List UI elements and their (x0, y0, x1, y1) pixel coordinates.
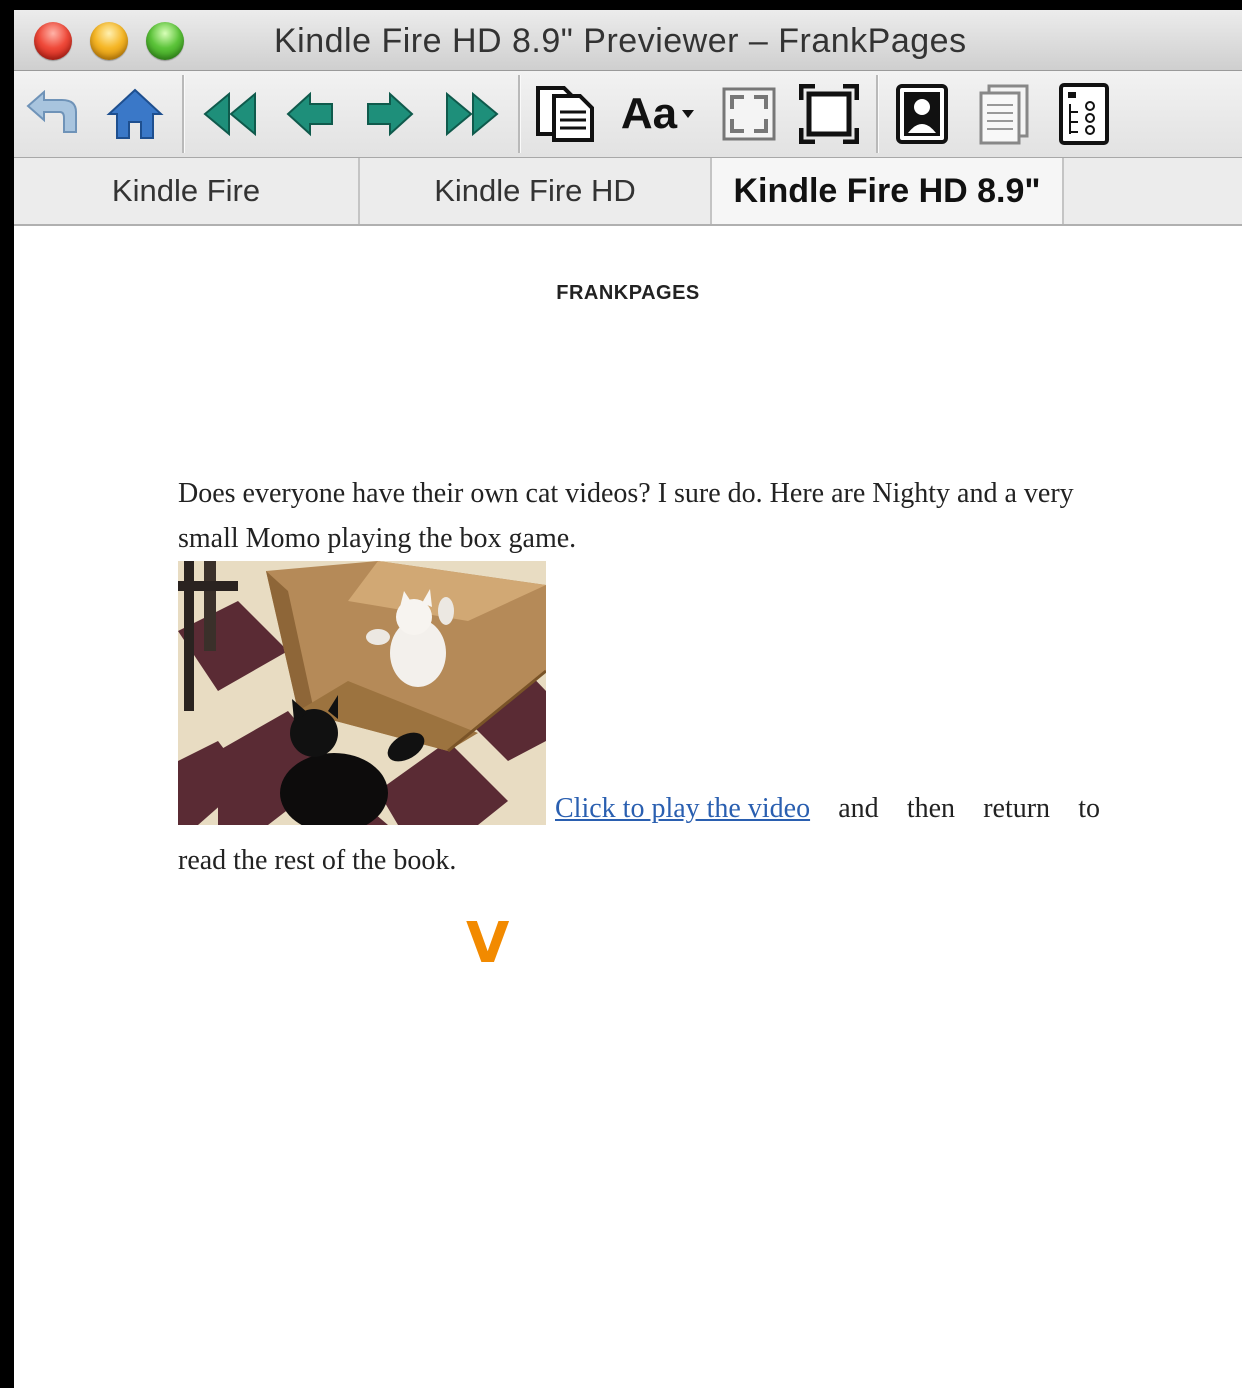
toc-icon (1059, 83, 1109, 145)
fullscreen-icon (799, 84, 859, 144)
word: return (983, 793, 1051, 824)
minimize-window-button[interactable] (90, 22, 128, 60)
left-arrow-icon (286, 91, 333, 137)
cat-video-thumbnail[interactable] (178, 561, 546, 825)
close-window-button[interactable] (34, 22, 72, 60)
toolbar: Aa (14, 71, 1242, 158)
window-title: Kindle Fire HD 8.9" Previewer – FrankPag… (274, 22, 967, 60)
tab-kindle-fire-hd-8-9[interactable]: Kindle Fire HD 8.9" (712, 158, 1064, 224)
zoom-window-button[interactable] (146, 22, 184, 60)
book-paragraph: Does everyone have their own cat videos?… (178, 478, 1074, 554)
word: to (1078, 793, 1100, 824)
double-left-arrow-icon (203, 91, 256, 137)
toolbar-separator (182, 75, 185, 153)
tab-kindle-fire-hd[interactable]: Kindle Fire HD (360, 158, 712, 224)
tab-label: Kindle Fire HD 8.9" (733, 171, 1041, 210)
font-size-button[interactable]: Aa (612, 79, 704, 149)
book-paragraph-continued: read the rest of the book. (178, 845, 457, 876)
full-screen-button[interactable] (796, 79, 862, 149)
video-link-line: Click to play the video and then return … (555, 793, 1100, 825)
portrait-icon (896, 84, 948, 144)
two-page-icon (979, 84, 1029, 145)
home-button[interactable] (100, 79, 170, 149)
portrait-view-button[interactable] (892, 79, 952, 149)
fit-page-icon (722, 87, 776, 141)
fit-page-button[interactable] (716, 79, 782, 149)
undo-icon (26, 90, 77, 133)
title-bar[interactable]: Kindle Fire HD 8.9" Previewer – FrankPag… (14, 10, 1242, 71)
word: and (838, 793, 879, 824)
tab-label: Kindle Fire (111, 173, 261, 208)
previous-page-button[interactable] (280, 79, 340, 149)
double-right-arrow-icon (446, 91, 499, 137)
tab-label: Kindle Fire HD (434, 173, 636, 208)
toolbar-separator (518, 75, 521, 153)
font-size-icon: Aa (620, 89, 678, 138)
vimeo-logo[interactable]: V (466, 916, 509, 972)
home-icon (106, 88, 164, 139)
first-page-button[interactable] (198, 79, 264, 149)
device-tabs: Kindle Fire Kindle Fire HD Kindle Fire H… (14, 158, 1242, 226)
toolbar-separator (876, 75, 879, 153)
previewer-window: Kindle Fire HD 8.9" Previewer – FrankPag… (14, 10, 1242, 1388)
two-page-view-button[interactable] (974, 79, 1034, 149)
play-video-link[interactable]: Click to play the video (555, 793, 810, 825)
book-content-button[interactable] (532, 79, 598, 149)
document-icon (536, 86, 594, 142)
book-running-header: FRANKPAGES (556, 282, 700, 304)
table-of-contents-button[interactable] (1054, 79, 1114, 149)
tab-kindle-fire[interactable]: Kindle Fire (14, 158, 360, 224)
cat-photo (178, 561, 546, 825)
undo-button[interactable] (24, 79, 84, 149)
right-arrow-icon (367, 91, 414, 137)
chevron-down-icon (682, 110, 695, 118)
word: then (906, 793, 956, 824)
next-page-button[interactable] (360, 79, 420, 149)
last-page-button[interactable] (438, 79, 504, 149)
